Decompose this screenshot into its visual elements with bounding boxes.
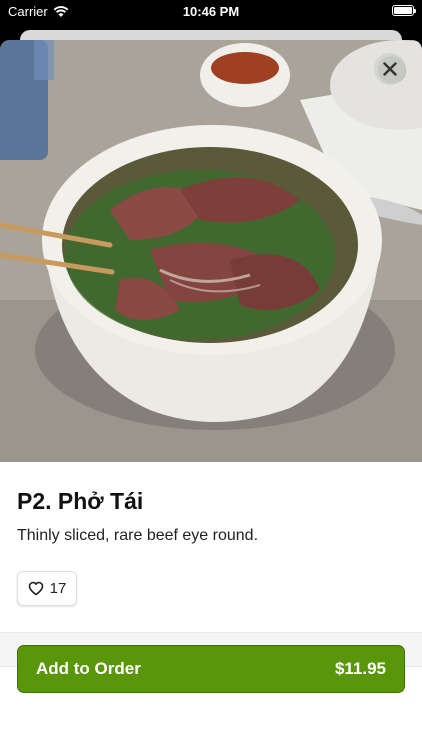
heart-icon [28,581,43,596]
item-title: P2. Phở Tái [17,488,144,514]
close-icon [383,62,397,76]
item-detail-sheet: P2. Phở Tái Thinly sliced, rare beef eye… [0,40,422,750]
food-illustration [0,40,422,462]
bowl-of-pho-photo [0,40,422,462]
status-time: 10:46 PM [182,4,240,19]
battery-icon [392,5,416,16]
like-count: 17 [49,580,67,597]
add-to-order-button[interactable]: Add to Order $11.95 [17,645,405,693]
item-description: Thinly sliced, rare beef eye round. [17,527,259,544]
add-to-order-label: Add to Order [36,659,141,678]
like-button[interactable]: 17 [17,571,77,606]
status-bar: Carrier 10:46 PM [0,0,422,22]
close-button[interactable] [374,53,406,85]
order-price: $11.95 [334,659,386,678]
